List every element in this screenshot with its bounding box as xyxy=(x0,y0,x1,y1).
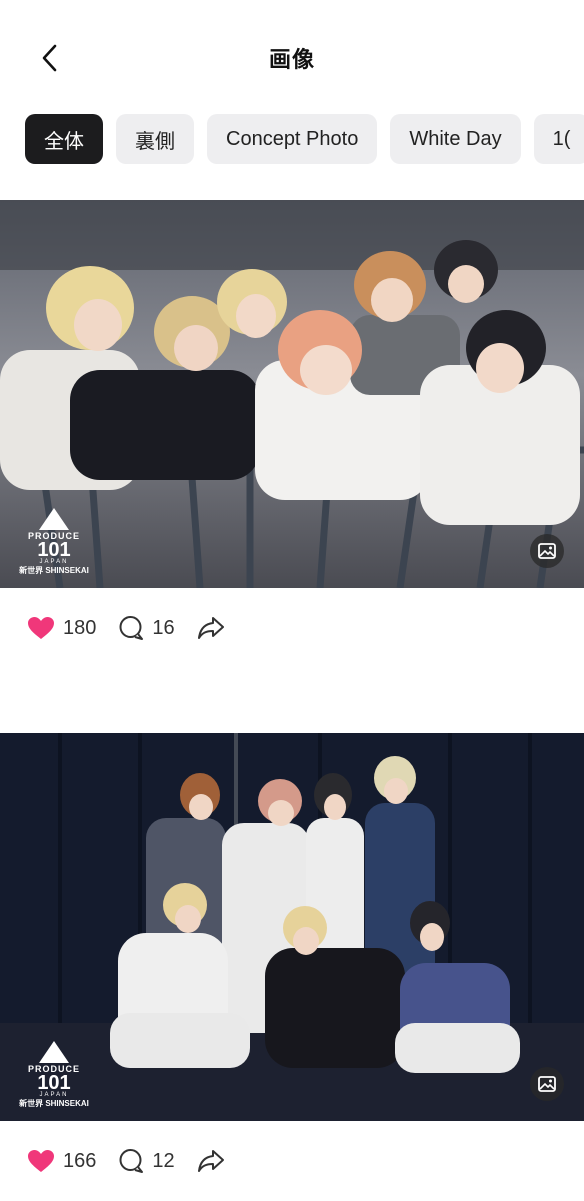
top-bar: 画像 xyxy=(0,0,584,112)
like-count: 180 xyxy=(63,616,97,639)
comment-button[interactable]: 12 xyxy=(118,1148,175,1174)
post-actions: 180 16 xyxy=(0,588,584,668)
post-photo[interactable]: PRODUCE 101 JAPAN 新世界 SHINSEKAI xyxy=(0,733,584,1121)
category-tabs: 全体 裏側 Concept Photo White Day 1( xyxy=(25,114,584,164)
share-icon xyxy=(197,1150,224,1172)
image-type-badge xyxy=(530,1067,564,1101)
produce101-logo: PRODUCE 101 JAPAN 新世界 SHINSEKAI xyxy=(16,508,92,578)
share-icon xyxy=(197,617,224,639)
logo-triangle xyxy=(39,508,69,530)
tab-more[interactable]: 1( xyxy=(533,114,584,164)
image-icon xyxy=(538,543,556,559)
logo-caption: 新世界 SHINSEKAI xyxy=(19,1099,89,1108)
heart-icon xyxy=(28,617,54,639)
post-card: PRODUCE 101 JAPAN 新世界 SHINSEKAI 166 12 xyxy=(0,733,584,1201)
tab-behind-the-scenes[interactable]: 裏側 xyxy=(116,114,194,164)
share-button[interactable] xyxy=(197,1149,233,1173)
post-card: PRODUCE 101 JAPAN 新世界 SHINSEKAI 180 16 xyxy=(0,200,584,668)
like-button[interactable]: 166 xyxy=(27,1149,96,1173)
like-button[interactable]: 180 xyxy=(27,616,96,640)
comment-icon xyxy=(119,616,144,640)
image-type-badge xyxy=(530,534,564,568)
tab-white-day[interactable]: White Day xyxy=(390,114,521,164)
comment-button[interactable]: 16 xyxy=(118,615,175,641)
post-photo[interactable]: PRODUCE 101 JAPAN 新世界 SHINSEKAI xyxy=(0,200,584,588)
logo-triangle xyxy=(39,1041,69,1063)
logo-number: 101 xyxy=(37,1072,71,1094)
produce101-logo: PRODUCE 101 JAPAN 新世界 SHINSEKAI xyxy=(16,1041,92,1111)
like-count: 166 xyxy=(63,1149,97,1172)
tab-concept-photo[interactable]: Concept Photo xyxy=(207,114,378,164)
page-title: 画像 xyxy=(268,47,315,72)
comment-count: 16 xyxy=(152,616,175,639)
heart-icon xyxy=(28,1150,54,1172)
comment-icon xyxy=(119,1149,144,1173)
share-button[interactable] xyxy=(197,616,233,640)
logo-number: 101 xyxy=(37,539,71,561)
logo-caption: 新世界 SHINSEKAI xyxy=(19,566,89,575)
image-icon xyxy=(538,1076,556,1092)
comment-count: 12 xyxy=(152,1149,175,1172)
post-actions: 166 12 xyxy=(0,1121,584,1201)
tab-all[interactable]: 全体 xyxy=(25,114,103,164)
